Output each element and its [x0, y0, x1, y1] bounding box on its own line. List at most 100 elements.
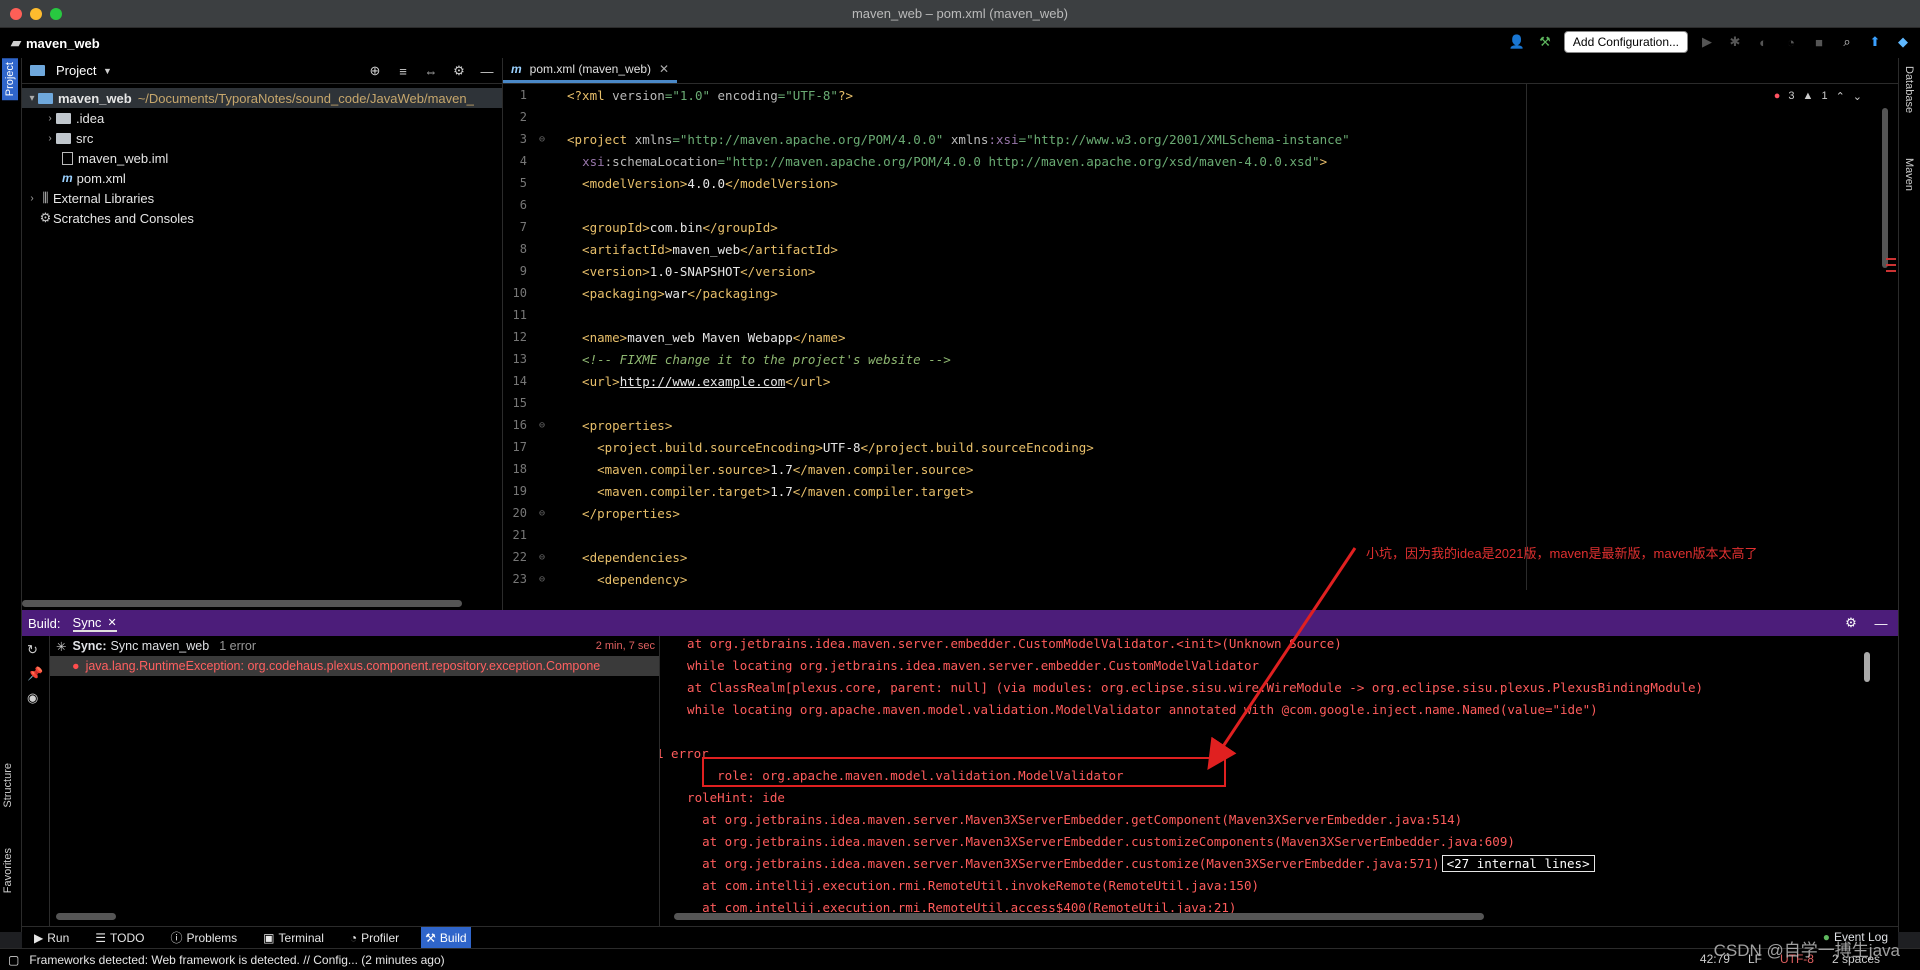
- file-icon: [62, 151, 73, 165]
- update-icon[interactable]: ⬆: [1866, 33, 1884, 51]
- profile-icon[interactable]: ◔: [1782, 33, 1800, 51]
- console-scrollbar[interactable]: [1864, 652, 1870, 682]
- sync-row[interactable]: ✳ Sync: Sync maven_web 1 error 2 min, 7 …: [50, 636, 659, 656]
- search-icon[interactable]: ⌕: [1838, 33, 1856, 51]
- close-window-button[interactable]: [10, 8, 22, 20]
- code-line: 3 ⊖ <project xmlns ="http://maven.apache.or…: [519, 131, 1350, 147]
- refresh-icon[interactable]: ↻: [27, 642, 45, 660]
- build-panel-header: Build: Sync ✕ ⚙ —: [22, 610, 1898, 636]
- tree-item-idea[interactable]: › .idea: [22, 108, 502, 128]
- chevron-right-icon[interactable]: ›: [44, 113, 56, 124]
- tree-item-external-libraries[interactable]: › ⫼ External Libraries: [22, 188, 502, 208]
- code-line: 15: [512, 396, 527, 410]
- hide-icon[interactable]: —: [478, 62, 496, 80]
- tree-item-src[interactable]: › src: [22, 128, 502, 148]
- console-line: roleHint: ide: [672, 789, 785, 805]
- locate-icon[interactable]: ⊕: [366, 62, 384, 80]
- internal-lines-toggle[interactable]: <27 internal lines>: [1441, 854, 1595, 872]
- scratches-icon: ⚙: [39, 210, 52, 225]
- folder-icon: ▰: [11, 35, 21, 50]
- run-icon[interactable]: ▶: [1698, 33, 1716, 51]
- gear-icon[interactable]: ⚙: [450, 62, 468, 80]
- code-line: 23 ⊖ <dependency>: [512, 571, 688, 587]
- tab-favorites[interactable]: Favorites: [2, 848, 14, 893]
- console-line: while locating org.jetbrains.idea.maven.…: [672, 657, 1259, 673]
- status-bar: ▢ Frameworks detected: Web framework is …: [0, 948, 1920, 970]
- console-line: at org.jetbrains.idea.maven.server.Maven…: [672, 852, 1703, 874]
- window-controls[interactable]: [10, 8, 62, 20]
- tab-maven[interactable]: Maven: [1903, 158, 1915, 191]
- right-tool-strip: Database Maven: [1898, 58, 1920, 932]
- expand-all-icon[interactable]: ≡: [394, 62, 412, 80]
- nav-project-breadcrumb[interactable]: ▰ maven_web: [10, 34, 100, 52]
- maven-file-icon: m: [62, 171, 73, 185]
- chevron-down-icon[interactable]: ▼: [102, 62, 112, 80]
- close-icon[interactable]: ✕: [659, 62, 669, 76]
- collapse-all-icon[interactable]: ⇔: [422, 62, 440, 80]
- tree-horizontal-scrollbar[interactable]: [56, 913, 116, 920]
- plugin-icon[interactable]: ◆: [1894, 33, 1912, 51]
- project-panel-header: Project ▼ ⊕ ≡ ⇔ ⚙ —: [22, 58, 502, 84]
- spinner-icon: ✳: [56, 639, 67, 654]
- code-line: 7 <groupId> com.bin </groupId>: [519, 219, 778, 235]
- tab-structure[interactable]: Structure: [2, 763, 14, 808]
- chevron-right-icon[interactable]: ›: [44, 133, 56, 144]
- code-line: 2: [519, 110, 527, 124]
- editor-area: m pom.xml (maven_web) ✕ ● 3 ▲ 1 ⌃ ⌄ 1 <?xml…: [502, 58, 1898, 610]
- tab-terminal[interactable]: ▣ Terminal: [259, 927, 328, 949]
- user-icon[interactable]: 👤: [1508, 33, 1526, 51]
- chevron-down-icon[interactable]: ▾: [26, 93, 38, 104]
- code-line: 16 ⊖ <properties>: [512, 417, 673, 433]
- module-folder-icon: [38, 92, 53, 104]
- watermark: CSDN @自学一搏生java: [1713, 941, 1900, 960]
- coverage-icon[interactable]: ◐: [1754, 33, 1772, 51]
- title-bar: maven_web – pom.xml (maven_web): [0, 0, 1920, 28]
- tab-database[interactable]: Database: [1903, 66, 1915, 113]
- editor-scrollbar[interactable]: [1882, 108, 1888, 268]
- tree-root-maven-web[interactable]: ▾ maven_web ~/Documents/TyporaNotes/soun…: [22, 88, 502, 108]
- code-line: 18 <maven.compiler.source> 1.7 </maven.com…: [512, 461, 974, 477]
- tree-item-scratches[interactable]: ⚙ Scratches and Consoles: [22, 208, 502, 228]
- zoom-window-button[interactable]: [50, 8, 62, 20]
- pin-icon[interactable]: 📌: [27, 666, 45, 684]
- close-icon[interactable]: ✕: [107, 616, 116, 629]
- bottom-tool-tabs: ▶ Run ☰ TODO ⓘ Problems ▣ Terminal ◔ Profiler…: [22, 926, 1898, 949]
- gear-icon[interactable]: ⚙: [1842, 614, 1860, 632]
- exception-row[interactable]: ● java.lang.RuntimeException: org.codeha…: [50, 656, 659, 676]
- terminal-icon: ▣: [263, 930, 275, 945]
- project-view-selector[interactable]: Project: [56, 63, 96, 78]
- status-icon: ▢: [8, 952, 20, 967]
- chevron-right-icon[interactable]: ›: [26, 193, 38, 204]
- console-line: while locating org.apache.maven.model.va…: [672, 701, 1598, 717]
- hide-icon[interactable]: —: [1872, 614, 1890, 632]
- tab-pom-xml[interactable]: m pom.xml (maven_web) ✕: [503, 57, 678, 83]
- eye-icon[interactable]: ◉: [27, 690, 45, 708]
- status-message[interactable]: Frameworks detected: Web framework is de…: [29, 953, 444, 967]
- tree-item-pom[interactable]: m pom.xml: [22, 168, 502, 188]
- code-line: 19 <maven.compiler.target> 1.7 </maven.com…: [512, 483, 974, 499]
- minimize-window-button[interactable]: [30, 8, 42, 20]
- tab-problems[interactable]: ⓘ Problems: [166, 927, 241, 949]
- project-icon: [30, 65, 45, 76]
- tab-run[interactable]: ▶ Run: [30, 927, 73, 949]
- profiler-icon: ◔: [349, 930, 358, 945]
- error-stripe-marks[interactable]: [1886, 258, 1896, 276]
- library-icon: ⫼: [42, 190, 49, 205]
- debug-icon[interactable]: ✱: [1726, 33, 1744, 51]
- console-line: at com.intellij.execution.rmi.RemoteUtil…: [672, 877, 1259, 893]
- project-horizontal-scrollbar[interactable]: [22, 600, 462, 607]
- tab-project[interactable]: Project: [2, 58, 18, 101]
- console-horizontal-scrollbar[interactable]: [674, 913, 1484, 920]
- stop-icon[interactable]: ■: [1810, 33, 1828, 51]
- code-area[interactable]: 1 <?xml version ="1.0" encoding ="UTF-8" ?> …: [503, 84, 1899, 590]
- build-hammer-icon[interactable]: ⚒: [1536, 33, 1554, 51]
- error-icon: ●: [72, 659, 80, 673]
- tab-sync[interactable]: Sync ✕: [72, 615, 117, 632]
- code-line: 20 ⊖ </properties>: [512, 505, 680, 521]
- tree-item-iml[interactable]: maven_web.iml: [22, 148, 502, 168]
- tab-todo[interactable]: ☰ TODO: [91, 927, 148, 949]
- tab-profiler[interactable]: ◔ Profiler: [346, 927, 403, 949]
- tab-build[interactable]: ⚒ Build: [421, 926, 471, 949]
- add-configuration-button[interactable]: Add Configuration...: [1563, 31, 1688, 53]
